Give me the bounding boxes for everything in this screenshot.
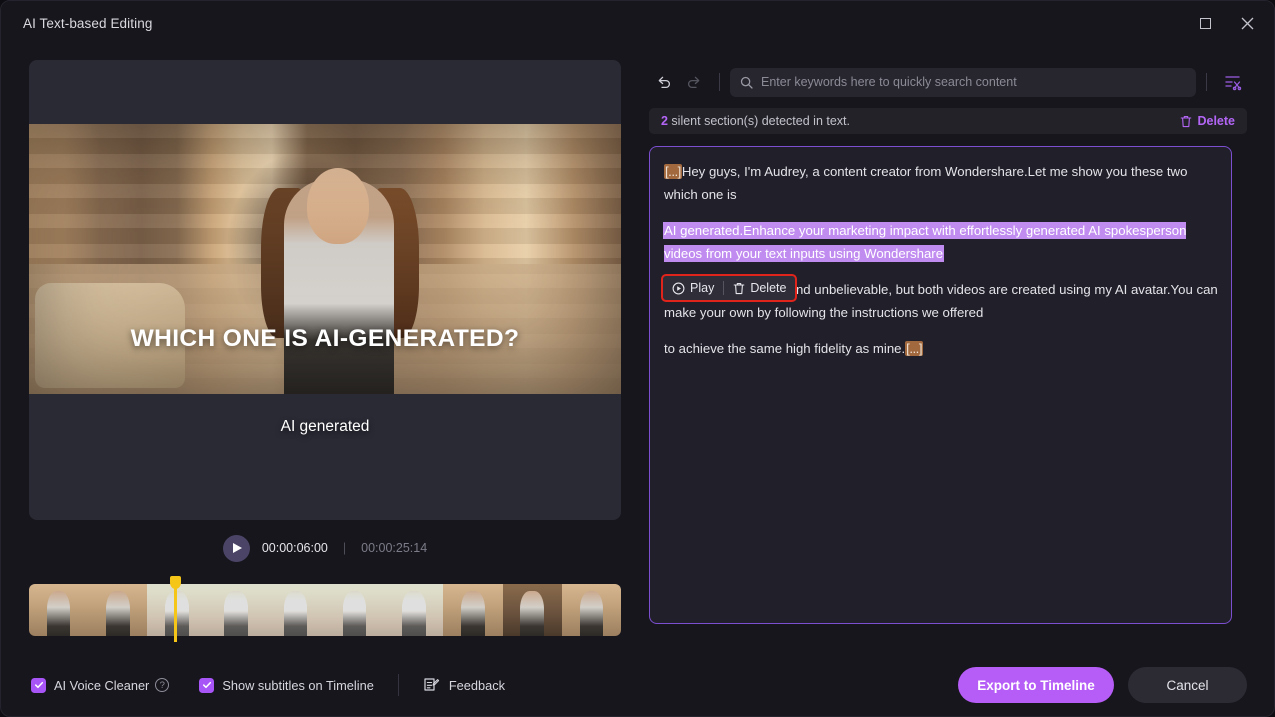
transcript-column: 2 silent section(s) detected in text. De… [649,60,1247,624]
title-bar: AI Text-based Editing [1,1,1274,46]
video-preview[interactable]: WHICH ONE IS AI-GENERATED? AI generated [29,60,621,520]
video-headline-caption: WHICH ONE IS AI-GENERATED? [130,325,520,352]
window-controls [1184,1,1268,46]
checkbox-checked-icon [199,677,215,693]
window-title: AI Text-based Editing [23,16,153,31]
question-icon[interactable]: ? [155,678,170,692]
checkbox-checked-icon [31,677,46,693]
close-icon [1241,17,1253,30]
text-cut-icon [1224,75,1241,90]
transport-bar: 00:00:06:00 | 00:00:25:14 [29,520,621,576]
play-icon [232,543,242,553]
transcript-text-4: to achieve the same high fidelity as min… [664,341,906,356]
delete-silent-label: Delete [1197,114,1235,128]
transcript-toolbar [649,60,1247,104]
filmstrip-thumb [206,584,266,636]
search-input[interactable] [761,75,1186,89]
transcript-highlighted-text[interactable]: AI generated.Enhance your marketing impa… [664,223,1187,261]
footer-bar: AI Voice Cleaner ? Show subtitles on Tim… [1,654,1274,716]
video-frame [29,124,621,394]
current-time: 00:00:06:00 [261,541,328,555]
play-circle-icon [672,282,685,294]
ai-voice-cleaner-checkbox[interactable]: AI Voice Cleaner [31,677,150,693]
toolbar-divider-2 [1206,73,1207,91]
feedback-label: Feedback [448,677,506,693]
toolbar-divider [719,73,720,91]
transcript-segment-2[interactable]: AI generated.Enhance your marketing impa… [664,220,1219,265]
play-button[interactable] [222,534,250,562]
maximize-button[interactable] [1184,7,1226,41]
filmstrip-thumb [29,584,89,636]
feedback-button[interactable]: Feedback [423,677,505,694]
filmstrip-thumb [502,584,562,636]
popup-divider [723,281,725,295]
ai-voice-cleaner-label: AI Voice Cleaner [54,677,150,693]
segment-context-popup[interactable]: Play Delete [661,274,798,302]
silent-marker-end[interactable]: [...] [905,341,923,356]
filmstrip-thumb [147,584,207,636]
silent-sections-bar: 2 silent section(s) detected in text. De… [649,108,1247,134]
transcript-text-1a: Hey guys, I'm Audrey, a content creator … [681,164,1188,179]
footer-options: AI Voice Cleaner ? Show subtitles on Tim… [31,674,505,696]
delete-silent-sections-button[interactable]: Delete [1180,114,1235,128]
filmstrip-thumb [88,584,148,636]
trash-icon [733,282,745,294]
filmstrip-thumb [384,584,444,636]
timeline-filmstrip[interactable] [29,584,621,636]
maximize-icon [1199,18,1211,29]
transcript-panel[interactable]: [...]Hey guys, I'm Audrey, a content cre… [649,146,1232,624]
show-subtitles-checkbox[interactable]: Show subtitles on Timeline [199,677,374,693]
silent-marker-start[interactable]: [...] [664,164,682,179]
feedback-icon [424,677,439,691]
transcript-segment-1[interactable]: [...]Hey guys, I'm Audrey, a content cre… [664,161,1219,206]
search-input-wrap[interactable] [730,67,1196,97]
popup-play-label: Play [690,280,715,295]
time-separator: | [342,541,347,555]
preview-column: WHICH ONE IS AI-GENERATED? AI generated … [29,60,621,642]
silent-sections-count: 2 [661,114,668,128]
filmstrip-thumb [265,584,326,636]
footer-divider [397,674,399,696]
silent-sections-label: silent section(s) detected in text. [667,114,850,128]
show-subtitles-label: Show subtitles on Timeline [222,677,374,693]
silent-sections-text: 2 silent section(s) detected in text. [661,114,850,128]
ai-text-based-editing-window: AI Text-based Editing WHICH ONE IS AI-GE… [0,0,1275,717]
text-cut-button[interactable] [1217,67,1247,97]
video-subtitle-caption: AI generated [280,418,370,435]
redo-button[interactable] [679,67,709,97]
total-time: 00:00:25:14 [361,541,428,555]
undo-button[interactable] [649,67,679,97]
timeline-filmstrip-wrap[interactable] [29,576,621,642]
filmstrip-thumb [325,584,385,636]
vignette [29,124,621,394]
footer-actions: Export to Timeline Cancel [958,667,1247,703]
transcript-text-1b: which one is [664,186,737,202]
undo-icon [658,76,670,89]
popup-delete-label: Delete [750,280,787,295]
filmstrip-thumb [443,584,503,636]
export-to-timeline-button[interactable]: Export to Timeline [958,667,1114,703]
filmstrip-thumb [561,584,621,636]
popup-delete-button[interactable]: Delete [733,277,786,300]
search-icon [740,76,753,89]
playhead-line [174,586,177,642]
redo-icon [688,76,700,89]
cancel-button[interactable]: Cancel [1128,667,1247,703]
trash-icon [1181,115,1192,127]
close-button[interactable] [1226,7,1268,41]
transcript-segment-4[interactable]: to achieve the same high fidelity as min… [664,338,1219,361]
popup-play-button[interactable]: Play [672,277,714,300]
